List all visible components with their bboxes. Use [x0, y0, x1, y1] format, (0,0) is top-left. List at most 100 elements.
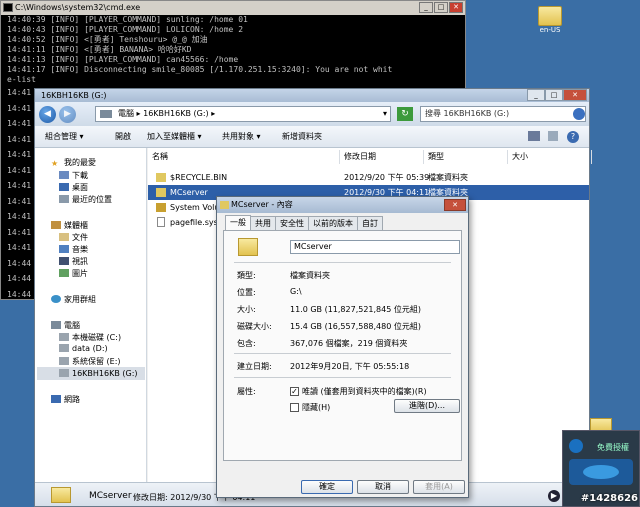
arrow-icon[interactable]: ▶	[548, 490, 560, 502]
drive-icon	[59, 369, 69, 377]
folder-icon	[538, 6, 562, 26]
maximize-button[interactable]: □	[545, 89, 563, 101]
watermark: #1428626	[580, 493, 638, 504]
network-icon	[51, 395, 61, 403]
forward-icon[interactable]: ▶	[59, 106, 76, 123]
chevron-down-icon[interactable]: ▾	[383, 107, 387, 121]
properties-dialog[interactable]: MCserver - 內容 ✕ 一般 共用 安全性 以前的版本 自訂 MCser…	[216, 196, 469, 498]
nav-computer[interactable]: 電腦	[51, 320, 80, 331]
hidden-label: 隱藏(H)	[302, 403, 331, 412]
view-icon[interactable]	[528, 131, 540, 141]
desktop-icon	[59, 183, 69, 191]
folder-icon	[238, 238, 258, 256]
size-on-disk-label: 磁碟大小:	[237, 322, 272, 331]
properties-title-bar[interactable]: MCserver - 內容 ✕	[217, 197, 468, 213]
maximize-button[interactable]: □	[434, 2, 448, 13]
file-icon	[157, 217, 165, 227]
properties-title: MCserver - 內容	[231, 200, 293, 209]
nav-recent[interactable]: 最近的位置	[59, 194, 112, 205]
nav-drive-e[interactable]: 系統保留 (E:)	[59, 356, 121, 367]
minimize-button[interactable]: _	[419, 2, 433, 13]
column-size[interactable]: 大小	[508, 150, 592, 164]
cancel-button[interactable]: 取消	[357, 480, 409, 494]
size-label: 大小:	[237, 305, 256, 314]
search-icon[interactable]	[573, 108, 585, 120]
locked-folder-icon	[156, 203, 166, 212]
nav-documents[interactable]: 文件	[59, 232, 88, 243]
console-line: 14:41:11 [INFO] <[勇者] BANANA> 哈哈好KD	[7, 45, 192, 54]
nav-music[interactable]: 音樂	[59, 244, 88, 255]
tab-sharing[interactable]: 共用	[250, 216, 276, 230]
console-line: 14:40:39 [INFO] [PLAYER_COMMAND] sunling…	[7, 15, 248, 24]
close-button[interactable]: ✕	[563, 89, 587, 101]
open-button[interactable]: 開啟	[115, 131, 131, 142]
row-type: 檔案資料夾	[428, 173, 468, 182]
organize-button[interactable]: 組合管理 ▾	[45, 131, 84, 142]
address-box[interactable]: 電腦 ▸ 16KBH16KB (G:) ▸ ▾	[95, 106, 391, 122]
tab-security[interactable]: 安全性	[275, 216, 309, 230]
nav-favorites[interactable]: ★ 我的最愛	[51, 157, 96, 168]
nav-videos[interactable]: 視訊	[59, 256, 88, 267]
row-name: MCserver	[170, 188, 208, 197]
readonly-label: 唯讀 (僅套用到資料夾中的檔案)(R)	[302, 387, 427, 396]
preview-pane-icon[interactable]	[548, 131, 558, 141]
console-title-bar[interactable]: C:\Windows\system32\cmd.exe _ □ ✕	[1, 1, 465, 15]
add-to-library-button[interactable]: 加入至媒體櫃 ▾	[147, 131, 202, 142]
refresh-icon[interactable]: ↻	[397, 107, 413, 121]
status-name: MCserver	[89, 491, 132, 501]
desktop-icon-label: en-US	[539, 26, 561, 34]
star-icon: ★	[51, 159, 59, 168]
nav-desktop[interactable]: 桌面	[59, 182, 88, 193]
help-icon[interactable]: ?	[567, 131, 579, 143]
nav-pictures[interactable]: 圖片	[59, 268, 88, 279]
size-value: 11.0 GB (11,827,521,845 位元組)	[290, 305, 421, 314]
tab-general[interactable]: 一般	[225, 215, 251, 230]
column-type[interactable]: 類型	[424, 150, 508, 164]
folder-name-field[interactable]: MCserver	[290, 240, 460, 254]
created-label: 建立日期:	[237, 362, 272, 371]
back-icon[interactable]: ◀	[39, 106, 56, 123]
row-name: System Volu	[170, 203, 220, 212]
breadcrumb-drive[interactable]: 16KBH16KB (G:)	[143, 109, 209, 118]
tab-customize[interactable]: 自訂	[357, 216, 383, 230]
table-row[interactable]: $RECYCLE.BIN 2012/9/20 下午 05:39 檔案資料夾	[148, 170, 589, 185]
nav-homegroup[interactable]: 家用群組	[51, 294, 96, 305]
ok-button[interactable]: 確定	[301, 480, 353, 494]
column-date[interactable]: 修改日期	[340, 150, 424, 164]
downloads-icon	[59, 171, 69, 179]
drive-icon	[59, 344, 69, 352]
location-label: 位置:	[237, 288, 256, 297]
nav-downloads[interactable]: 下載	[59, 170, 88, 181]
close-button[interactable]: ✕	[449, 2, 463, 13]
minimize-button[interactable]: _	[527, 89, 545, 101]
attributes-label: 屬性:	[237, 387, 256, 396]
new-folder-button[interactable]: 新增資料夾	[282, 131, 322, 142]
tab-previous-versions[interactable]: 以前的版本	[308, 216, 358, 230]
navigation-pane: ★ 我的最愛 下載 桌面 最近的位置 媒體櫃 文件 音樂 視訊 圖片 家用群組 電…	[35, 148, 147, 482]
nav-drive-c[interactable]: 本機磁碟 (C:)	[59, 332, 121, 343]
row-name: pagefile.sys	[170, 218, 218, 227]
address-bar-row: ◀ ▶ 電腦 ▸ 16KBH16KB (G:) ▸ ▾ ↻ 搜尋 16KBH16…	[35, 102, 589, 126]
apply-button[interactable]: 套用(A)	[413, 480, 465, 494]
share-with-button[interactable]: 共用對象 ▾	[222, 131, 261, 142]
readonly-checkbox[interactable]: ✓	[290, 387, 299, 396]
nav-drive-g[interactable]: 16KBH16KB (G:)	[37, 367, 145, 380]
column-name[interactable]: 名稱	[148, 150, 340, 164]
nav-network[interactable]: 網路	[51, 394, 80, 405]
folder-icon	[156, 188, 166, 197]
hidden-checkbox[interactable]	[290, 403, 299, 412]
videos-icon	[59, 257, 69, 265]
explorer-title-bar[interactable]: 16KBH16KB (G:) _ □ ✕	[35, 89, 589, 102]
teamviewer-logo-icon	[583, 465, 619, 479]
advanced-button[interactable]: 進階(D)...	[394, 399, 460, 413]
desktop-icon-en-us[interactable]: en-US	[528, 6, 572, 34]
search-input[interactable]: 搜尋 16KBH16KB (G:)	[420, 106, 586, 122]
nav-libraries[interactable]: 媒體櫃	[51, 220, 88, 231]
drive-icon	[59, 357, 69, 365]
libraries-icon	[51, 221, 61, 229]
divider	[234, 262, 451, 263]
explorer-title: 16KBH16KB (G:)	[41, 91, 107, 100]
breadcrumb-computer[interactable]: 電腦	[118, 109, 134, 118]
close-button[interactable]: ✕	[444, 199, 466, 211]
nav-drive-d[interactable]: data (D:)	[59, 344, 108, 353]
